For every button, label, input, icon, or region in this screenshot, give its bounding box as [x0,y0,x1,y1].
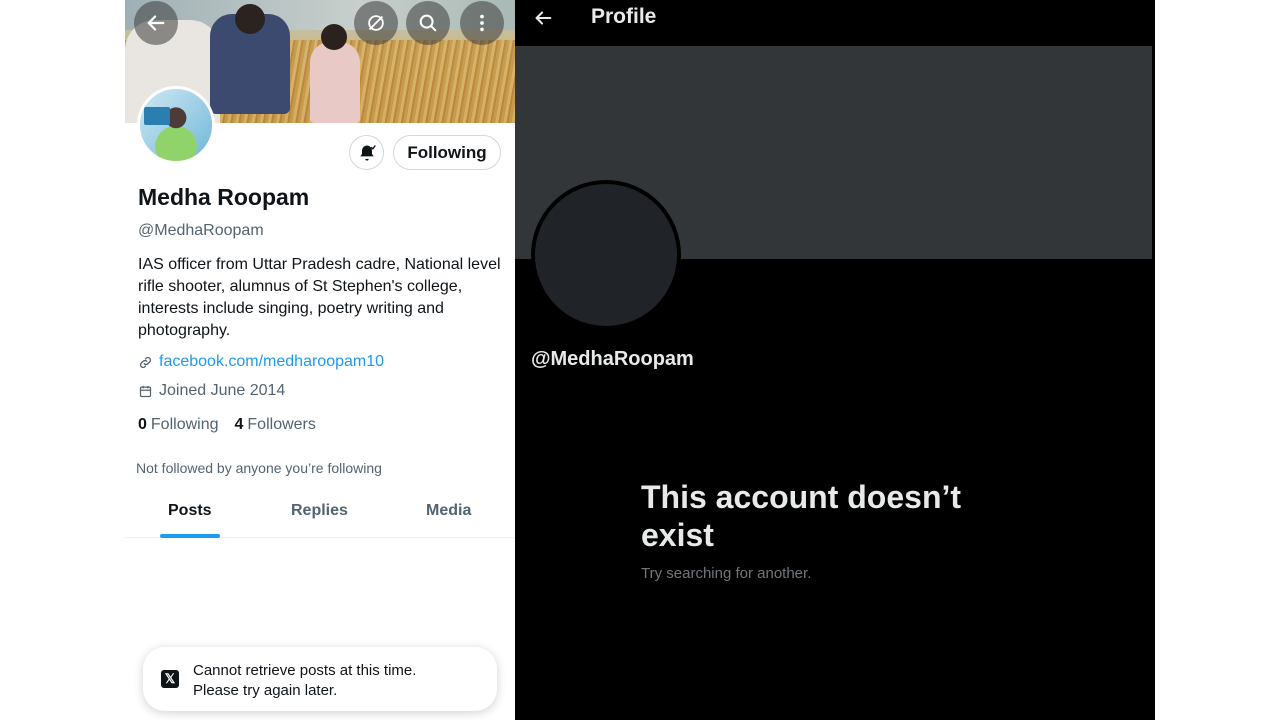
join-date: Joined June 2014 [138,382,285,400]
more-options-button[interactable] [460,1,504,45]
profile-panel-light: Following Medha Roopam @MedhaRoopam IAS … [125,0,515,720]
back-arrow-icon [147,15,165,31]
notifications-button[interactable] [349,135,384,170]
search-button[interactable] [406,1,450,45]
more-vertical-icon [480,14,484,32]
followers-count-link[interactable]: 4 Followers [235,416,316,434]
profile-handle-dark: @MedhaRoopam [531,348,694,370]
calendar-icon [139,385,152,397]
back-button[interactable] [134,1,178,45]
search-icon [419,14,437,32]
profile-avatar[interactable] [137,86,215,164]
display-name: Medha Roopam [138,184,310,210]
profile-panel-dark: Profile @MedhaRoopam This account doesn’… [515,0,1155,720]
page-title: Profile [591,5,657,28]
join-date-label: Joined June 2014 [159,382,286,399]
tab-media[interactable]: Media [426,502,471,520]
profile-header: Profile [515,0,1155,46]
toast-line-1: Cannot retrieve posts at this time. [193,662,417,679]
screenshot-stage: Following Medha Roopam @MedhaRoopam IAS … [0,0,1280,720]
grok-icon [368,15,384,31]
link-icon [139,356,152,368]
x-logo-icon: 𝕏 [161,670,179,688]
profile-tabs: Posts Replies Media [125,494,515,538]
not-followed-note: Not followed by anyone you’re following [136,460,382,476]
following-button[interactable]: Following [393,135,501,170]
account-missing-subtext: Try searching for another. [641,565,812,582]
profile-bio: IAS officer from Uttar Pradesh cadre, Na… [138,256,501,339]
bell-check-icon [359,144,376,160]
profile-handle: @MedhaRoopam [138,222,264,239]
tab-posts[interactable]: Posts [168,502,212,520]
account-missing-heading: This account doesn’t exist [641,479,962,553]
empty-avatar [531,180,681,330]
toast-line-2: Please try again later. [193,682,338,699]
active-tab-indicator [160,534,220,538]
website-link[interactable]: facebook.com/medharoopam10 [159,353,384,371]
toast-message: Cannot retrieve posts at this time. Plea… [193,661,416,701]
follow-stats: 0 Following 4 Followers [138,416,316,434]
back-arrow-icon[interactable] [532,7,554,29]
profile-website: facebook.com/medharoopam10 [138,353,384,371]
following-count-link[interactable]: 0 Following [138,416,219,434]
error-toast: 𝕏 Cannot retrieve posts at this time. Pl… [143,647,497,711]
grok-button[interactable] [354,1,398,45]
tab-replies[interactable]: Replies [291,502,348,520]
